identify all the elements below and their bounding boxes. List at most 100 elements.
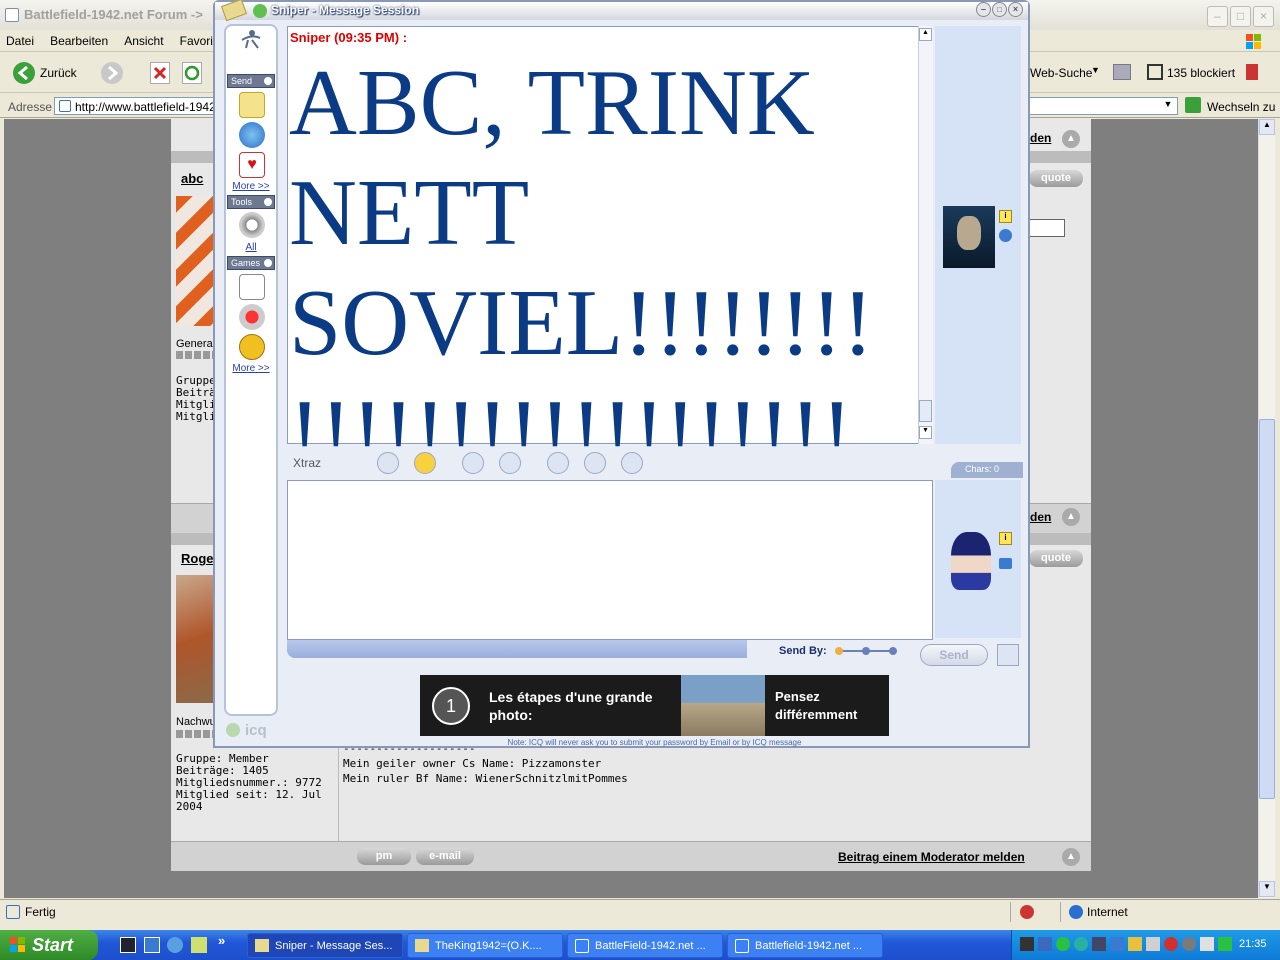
post1-report-link[interactable]: den [1030,510,1051,524]
go-arrow-icon[interactable] [1185,97,1201,113]
address-dropdown-icon[interactable]: ▼ [1160,99,1176,115]
tray-icon[interactable] [1020,937,1034,951]
scroll-top-icon[interactable]: ▲ [1062,848,1080,866]
send-by-slider[interactable] [835,646,897,656]
close-icon[interactable]: × [1253,6,1274,27]
ad-banner[interactable]: 1 Les étapes d'une grande photo: Pensez … [420,675,889,736]
games-more-link[interactable]: More >> [226,363,276,374]
color-icon[interactable] [499,452,521,474]
icq-close-icon[interactable]: × [1008,2,1023,17]
tray-icon[interactable] [1218,937,1232,951]
quicklaunch-icon[interactable] [120,937,136,953]
icq-person-icon[interactable] [238,28,264,50]
websearch-dropdown-icon[interactable]: ▼ [1091,65,1100,75]
message-scrollbar[interactable]: ▲ ▼ [918,26,933,444]
send-button[interactable]: Send [920,644,988,666]
scroll-top-icon[interactable]: ▲ [1062,130,1080,148]
post1-quote-button[interactable]: quote [1029,170,1083,187]
post2-author[interactable]: Roge [181,551,214,566]
page-scrollbar[interactable]: ▲ ▼ [1258,119,1275,898]
quicklaunch-expand-icon[interactable]: » [218,933,225,948]
icq-maximize-icon[interactable]: □ [992,2,1007,17]
websearch-label[interactable]: Web-Suche [1030,66,1092,80]
history-icon[interactable] [547,452,569,474]
webcam-icon[interactable] [239,212,265,238]
contact-details-icon[interactable] [999,229,1012,242]
quicklaunch-icon[interactable] [191,937,207,953]
message-input[interactable] [287,480,933,640]
greeting-card-icon[interactable]: ♥ [239,152,265,178]
scroll-thumb[interactable] [919,400,932,422]
post2-quote-button[interactable]: quote [1029,550,1083,567]
tray-icon[interactable] [1110,937,1124,951]
post2-report-link[interactable]: Beitrag einem Moderator melden [838,850,1025,864]
menu-bearbeiten[interactable]: Bearbeiten [44,30,115,48]
send-section-header[interactable]: Send [227,74,275,88]
contact-avatar[interactable] [943,206,995,268]
tray-icon[interactable] [1146,937,1160,951]
pm-button[interactable]: pm [357,848,411,865]
scroll-top-icon[interactable]: ▲ [1062,508,1080,526]
quicklaunch-icon[interactable] [144,937,160,953]
smiley-icon[interactable] [414,452,436,474]
camera-icon[interactable] [999,558,1012,569]
status-privacy-icon[interactable] [1020,905,1034,919]
menu-datei[interactable]: Datei [0,30,41,48]
xtraz-button[interactable]: Xtraz [293,456,321,470]
email-button[interactable]: e-mail [416,848,474,865]
menu-ansicht[interactable]: Ansicht [118,30,170,48]
font-icon[interactable] [462,452,484,474]
stop-button[interactable] [150,62,170,84]
file-icon[interactable] [584,452,606,474]
scroll-thumb[interactable] [1259,419,1275,799]
layout-icon[interactable] [621,452,643,474]
own-info-icon[interactable]: i [999,532,1012,545]
minimize-icon[interactable]: – [1207,6,1228,27]
own-avatar[interactable] [943,530,995,592]
tools-all-link[interactable]: All [226,242,276,253]
post1-author[interactable]: abc [181,171,203,186]
note-icon[interactable] [239,92,265,118]
icq-title-bar[interactable]: Sniper - Message Session – □ × [215,0,1028,22]
maximize-icon[interactable]: □ [1230,6,1251,27]
extra-tool-icon[interactable] [1246,64,1258,80]
taskbar-item-icq[interactable]: Sniper - Message Ses... [247,933,403,958]
quicklaunch-icon[interactable] [167,937,183,953]
taskbar-item-notepad[interactable]: TheKing1942=(O.K.... [407,933,563,958]
send-by-label: Send By: [779,645,827,657]
go-button[interactable]: Wechseln zu [1207,100,1275,114]
game-button-icon[interactable] [239,304,265,330]
refresh-button[interactable] [182,62,202,84]
start-button[interactable]: Start [0,930,98,960]
post1-input-box[interactable] [1029,219,1065,237]
tray-icon[interactable] [1092,937,1106,951]
tray-icon[interactable] [1164,937,1178,951]
scroll-up-icon[interactable]: ▲ [919,28,932,41]
scroll-up-icon[interactable]: ▲ [1259,119,1275,135]
contact-info-icon[interactable]: i [999,210,1012,223]
tray-icon[interactable] [1128,937,1142,951]
toolbar-tool-icon[interactable] [1113,64,1131,80]
forward-button[interactable] [100,61,124,85]
sound-icon[interactable] [377,452,399,474]
character-game-icon[interactable] [239,334,265,360]
tray-icon[interactable] [1056,937,1070,951]
tray-icon[interactable] [1074,937,1088,951]
back-button[interactable]: Zurück [12,61,92,85]
send-more-link[interactable]: More >> [226,181,276,192]
taskbar-item-browser[interactable]: BattleField-1942.net ... [567,933,723,958]
icq-minimize-icon[interactable]: – [976,2,991,17]
games-section-header[interactable]: Games [227,256,275,270]
taskbar-item-browser[interactable]: Battlefield-1942.net ... [727,933,883,958]
tray-icon[interactable] [1038,937,1052,951]
tools-section-header[interactable]: Tools [227,195,275,209]
tray-icon[interactable] [1200,937,1214,951]
globe-icon[interactable] [239,122,265,148]
scroll-down-icon[interactable]: ▼ [919,426,932,439]
tray-icon[interactable] [1182,937,1196,951]
contact-card-icon[interactable] [997,644,1019,666]
scroll-down-icon[interactable]: ▼ [1259,881,1275,897]
popup-blocked-count[interactable]: 135 blockiert [1167,66,1235,80]
post0-report-link[interactable]: den [1030,131,1051,145]
board-game-icon[interactable] [239,274,265,300]
